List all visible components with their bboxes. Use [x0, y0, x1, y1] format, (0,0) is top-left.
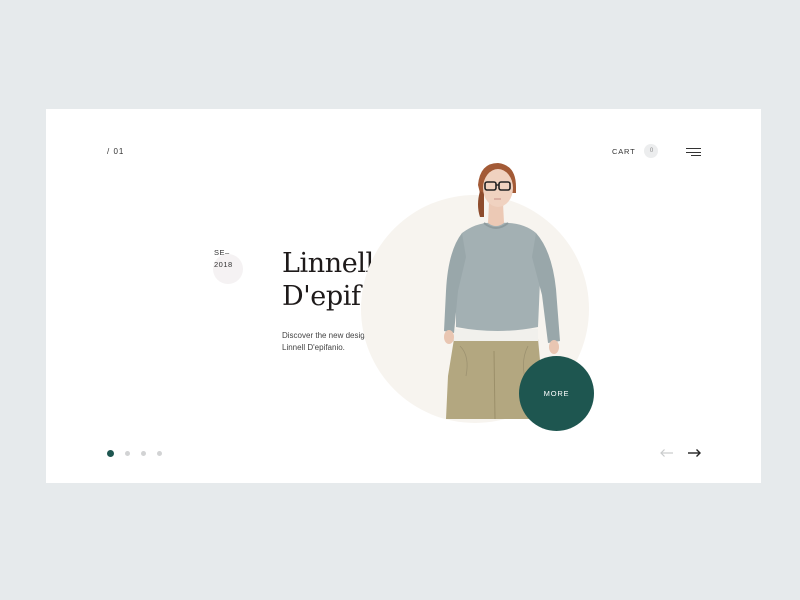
- hero-card: / 01 CART 0 SE– 2018 Linnell D'epifanio …: [46, 109, 761, 483]
- cart-label: CART: [612, 146, 636, 156]
- season-prefix: SE–: [214, 248, 230, 257]
- cart-count-badge: 0: [644, 144, 659, 158]
- more-button[interactable]: MORE: [519, 356, 594, 431]
- pagination-dot-1[interactable]: [107, 450, 114, 457]
- season-label: SE– 2018: [214, 247, 233, 271]
- cart-button[interactable]: CART 0: [612, 144, 659, 158]
- slide-pagination: [107, 450, 162, 457]
- hamburger-menu-icon[interactable]: [686, 148, 701, 158]
- season-year: 2018: [214, 260, 233, 269]
- pagination-dot-2[interactable]: [125, 451, 130, 456]
- pagination-dot-4[interactable]: [157, 451, 162, 456]
- title-line-1: Linnell: [282, 248, 374, 279]
- arrow-left-icon[interactable]: [660, 448, 674, 458]
- slide-index: / 01: [107, 147, 125, 156]
- pagination-dot-3[interactable]: [141, 451, 146, 456]
- arrow-right-icon[interactable]: [687, 448, 701, 458]
